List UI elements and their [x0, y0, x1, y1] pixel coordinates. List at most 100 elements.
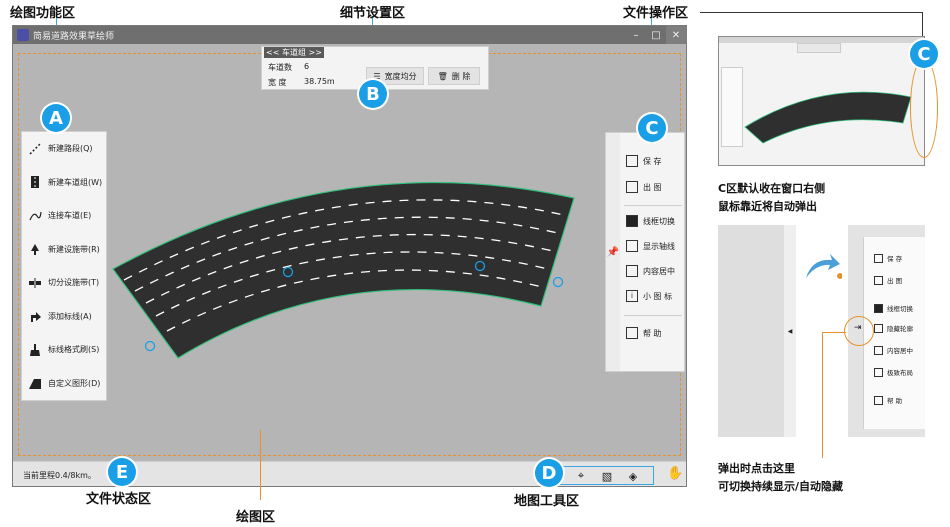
- caption-default-collapsed: C区默认收在窗口右侧: [718, 182, 826, 195]
- connect-lane-icon: [28, 209, 42, 223]
- wireframe-toggle-button[interactable]: 线框切换: [626, 215, 675, 227]
- label-drawing-function-area: 绘图功能区: [10, 6, 76, 21]
- demo-help[interactable]: 帮 助: [874, 395, 902, 405]
- mileage-status: 当前里程0.4/8km。: [23, 471, 96, 480]
- format-brush-icon: [28, 343, 42, 357]
- road-surface[interactable]: [112, 181, 575, 359]
- new-facility-belt-button[interactable]: 新建设施带(R): [22, 233, 106, 267]
- mini-road: [744, 91, 912, 144]
- marking-format-brush-button[interactable]: 标线格式刷(S): [22, 333, 106, 367]
- road-segment-icon: [28, 142, 42, 156]
- axis-label: 显示轴线: [643, 241, 675, 251]
- title-bar: 简易道路效果草绘师 – □ ✕: [13, 26, 686, 44]
- menu-label: 连接车道(E): [48, 211, 92, 221]
- demo-wireframe[interactable]: 线框切换: [874, 303, 913, 313]
- callout-line-pin-v: [822, 332, 823, 458]
- split-facility-belt-button[interactable]: 切分设施带(T): [22, 266, 106, 300]
- mini-screenshot: [718, 36, 925, 166]
- badge-c: C: [638, 114, 666, 142]
- demo-export[interactable]: 出 图: [874, 275, 902, 285]
- drawing-function-panel: 新建路段(Q) 新建车道组(W) 连接车道(E) 新建设施带(R) 切分设施带(…: [21, 131, 107, 401]
- add-marking-icon: [28, 309, 42, 323]
- callout-line-drawing: [260, 430, 261, 500]
- small-icons-label: 小 图 标: [643, 291, 673, 301]
- collapse-highlight: [910, 58, 938, 158]
- control-point[interactable]: [144, 340, 156, 352]
- lane-count-label: 车道数: [268, 63, 292, 72]
- axis-icon: [626, 240, 638, 252]
- demo-hide-outline[interactable]: 隐藏轮廓: [874, 323, 913, 333]
- connect-lane-button[interactable]: 连接车道(E): [22, 199, 106, 233]
- new-road-segment-button[interactable]: 新建路段(Q): [22, 132, 106, 166]
- badge-d: D: [535, 459, 563, 487]
- save-icon: [626, 155, 638, 167]
- location-pin-icon[interactable]: ⌖: [573, 469, 589, 483]
- pin-icon[interactable]: 📌: [606, 133, 620, 371]
- menu-label: 自定义图形(D): [48, 378, 101, 388]
- close-button[interactable]: ✕: [666, 26, 686, 44]
- width-value[interactable]: 38.75m: [304, 77, 335, 88]
- callout-line-pin-h: [822, 332, 846, 333]
- width-label: 宽 度: [268, 78, 287, 87]
- export-image-icon: [626, 181, 638, 193]
- badge-c-mini: C: [910, 40, 938, 68]
- menu-label: 新建设施带(R): [48, 244, 100, 254]
- new-lane-group-button[interactable]: 新建车道组(W): [22, 166, 106, 200]
- custom-shape-button[interactable]: 自定义图形(D): [22, 367, 106, 401]
- hand-icon[interactable]: ✋: [667, 466, 683, 481]
- app-logo-icon: [17, 29, 29, 41]
- help-button[interactable]: 帮 助: [626, 327, 662, 339]
- minimize-button[interactable]: –: [626, 26, 646, 44]
- small-icon-icon: i: [626, 290, 638, 302]
- divider: [624, 315, 682, 316]
- callout-line-c-right: [700, 12, 922, 13]
- label-map-tools-area: 地图工具区: [514, 494, 580, 509]
- divider: [624, 205, 682, 206]
- trash-icon: 🗑: [437, 71, 448, 81]
- label-file-status-area: 文件状态区: [86, 492, 152, 507]
- help-label: 帮 助: [643, 328, 662, 338]
- caption-toggle-mode: 可切换持续显示/自动隐藏: [718, 480, 844, 493]
- caption-click-here: 弹出时点击这里: [718, 462, 795, 475]
- wireframe-label: 线框切换: [643, 216, 675, 226]
- map-tools-group: ⌖ ▧ ◈: [558, 466, 654, 485]
- help-icon: [626, 327, 638, 339]
- mini-detail-panel: [797, 43, 841, 53]
- demo-save[interactable]: 保 存: [874, 253, 902, 263]
- save-label: 保 存: [643, 156, 662, 166]
- layers-icon[interactable]: ◈: [625, 469, 641, 483]
- export-label: 出 图: [643, 182, 662, 192]
- mini-left-panel: [721, 67, 743, 147]
- menu-label: 新建车道组(W): [48, 177, 103, 187]
- caption-auto-popup: 鼠标靠近将自动弹出: [718, 200, 817, 213]
- save-button[interactable]: 保 存: [626, 155, 662, 167]
- menu-label: 添加标线(A): [48, 311, 92, 321]
- collapsed-tab[interactable]: ◀: [784, 225, 796, 437]
- collapsed-panel-demo: ◀: [718, 225, 796, 437]
- center-content-button[interactable]: 内容居中: [626, 265, 675, 277]
- add-marking-button[interactable]: 添加标线(A): [22, 300, 106, 334]
- demo-layout[interactable]: 极致布局: [874, 367, 913, 377]
- lane-group-icon: [28, 175, 42, 189]
- road-drawing[interactable]: [108, 176, 578, 361]
- show-axis-button[interactable]: 显示轴线: [626, 240, 675, 252]
- export-image-button[interactable]: 出 图: [626, 181, 662, 193]
- control-point[interactable]: [552, 276, 564, 288]
- menu-label: 标线格式刷(S): [48, 345, 100, 355]
- center-label: 内容居中: [643, 266, 675, 276]
- small-icons-button[interactable]: i 小 图 标: [626, 290, 672, 302]
- menu-label: 切分设施带(T): [48, 278, 100, 288]
- delete-button[interactable]: 🗑 删 除: [428, 67, 480, 85]
- detail-panel-header[interactable]: << 车道组 >>: [264, 47, 324, 58]
- file-operation-panel: 📌 保 存 出 图 线框切换 显示轴线 内容居中 i 小 图 标 帮 助: [605, 132, 685, 372]
- texture-icon[interactable]: ▧: [599, 469, 615, 483]
- maximize-button[interactable]: □: [646, 26, 666, 44]
- pin-highlight: [844, 316, 874, 346]
- center-icon: [626, 265, 638, 277]
- demo-center[interactable]: 内容居中: [874, 345, 913, 355]
- wireframe-icon: [626, 215, 638, 227]
- menu-label: 新建路段(Q): [48, 144, 93, 154]
- label-file-operation-area: 文件操作区: [623, 6, 689, 21]
- lane-count-value[interactable]: 6: [304, 62, 309, 73]
- badge-e: E: [108, 458, 136, 486]
